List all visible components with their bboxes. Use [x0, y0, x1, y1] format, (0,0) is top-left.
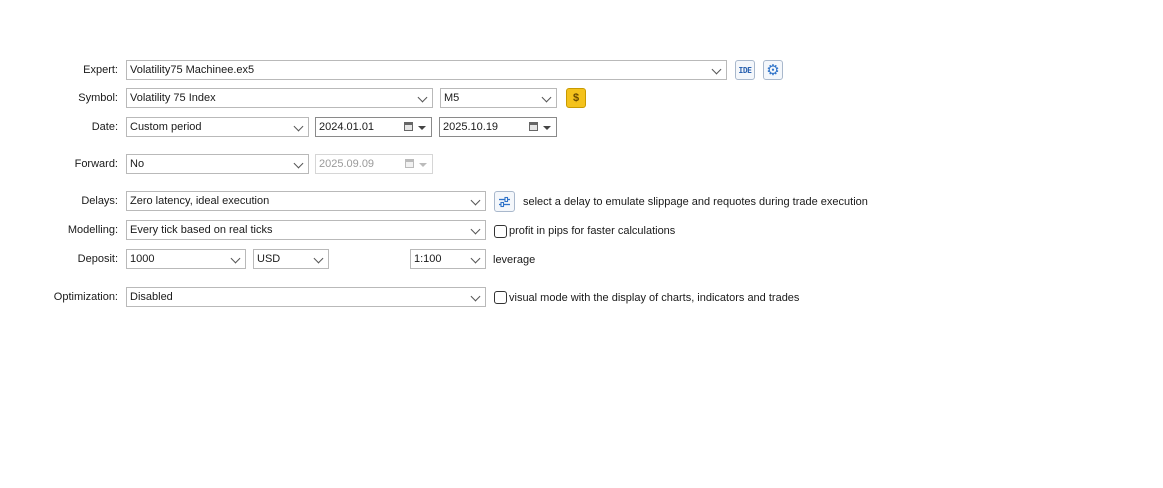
profit-in-pips-label: profit in pips for faster calculations: [509, 225, 676, 237]
dropdown-arrow-icon: [543, 126, 551, 130]
leverage-value: 1:100: [414, 253, 442, 265]
expert-label: Expert:: [83, 64, 118, 76]
forward-select[interactable]: No: [126, 154, 309, 174]
calendar-icon: [404, 122, 413, 131]
forward-select-value: No: [130, 158, 145, 170]
leverage-label: leverage: [493, 254, 536, 266]
deposit-amount-value: 1000: [130, 253, 155, 265]
visual-mode-label: visual mode with the display of charts, …: [509, 292, 800, 304]
chevron-down-icon: [470, 195, 481, 206]
deposit-amount-select[interactable]: 1000: [126, 249, 246, 269]
chevron-down-icon: [711, 64, 722, 75]
sliders-icon: [499, 196, 510, 207]
symbol-label: Symbol:: [78, 92, 118, 104]
timeframe-select[interactable]: M5: [440, 88, 557, 108]
calendar-icon: [405, 159, 414, 168]
chevron-down-icon: [293, 158, 304, 169]
chevron-down-icon: [313, 253, 324, 264]
optimization-select-value: Disabled: [130, 291, 173, 303]
optimization-select[interactable]: Disabled: [126, 287, 486, 307]
delays-select[interactable]: Zero latency, ideal execution: [126, 191, 486, 211]
ide-icon: IDE: [738, 65, 752, 75]
leverage-select[interactable]: 1:100: [410, 249, 486, 269]
date-period-select[interactable]: Custom period: [126, 117, 309, 137]
timeframe-select-value: M5: [444, 92, 460, 104]
modelling-select-value: Every tick based on real ticks: [130, 224, 273, 236]
dropdown-arrow-icon: [419, 163, 427, 167]
date-to-picker[interactable]: 2025.10.19: [439, 117, 557, 137]
dollar-icon: $: [572, 92, 580, 104]
date-from-picker[interactable]: 2024.01.01: [315, 117, 432, 137]
calendar-icon: [529, 122, 538, 131]
delays-label: Delays:: [81, 195, 118, 207]
symbol-properties-button[interactable]: $: [566, 88, 586, 108]
visual-mode-checkbox[interactable]: [494, 291, 507, 304]
chevron-down-icon: [417, 92, 428, 103]
delays-select-value: Zero latency, ideal execution: [130, 195, 270, 207]
chevron-down-icon: [470, 253, 481, 264]
deposit-label: Deposit:: [77, 253, 118, 265]
modelling-label: Modelling:: [67, 224, 118, 236]
chevron-down-icon: [541, 92, 552, 103]
expert-select-value: Volatility75 Machinee.ex5: [130, 64, 255, 76]
expert-settings-button[interactable]: ⚙: [763, 60, 783, 80]
gear-icon: ⚙: [766, 60, 780, 79]
symbol-select-value: Volatility 75 Index: [130, 92, 216, 104]
delays-settings-button[interactable]: [494, 191, 515, 212]
chevron-down-icon: [470, 224, 481, 235]
dropdown-arrow-icon: [418, 126, 426, 130]
expert-select[interactable]: Volatility75 Machinee.ex5: [126, 60, 727, 80]
delays-hint: select a delay to emulate slippage and r…: [523, 196, 868, 208]
symbol-select[interactable]: Volatility 75 Index: [126, 88, 433, 108]
date-period-value: Custom period: [130, 121, 202, 133]
profit-in-pips-checkbox[interactable]: [494, 225, 507, 238]
date-to-value: 2025.10.19: [443, 121, 499, 133]
ide-button[interactable]: IDE: [735, 60, 755, 80]
chevron-down-icon: [230, 253, 241, 264]
forward-label: Forward:: [74, 158, 118, 170]
chevron-down-icon: [293, 121, 304, 132]
optimization-label: Optimization:: [53, 291, 118, 303]
deposit-currency-select[interactable]: USD: [253, 249, 329, 269]
forward-date-picker: 2025.09.09: [315, 154, 433, 174]
modelling-select[interactable]: Every tick based on real ticks: [126, 220, 486, 240]
chevron-down-icon: [470, 291, 481, 302]
deposit-currency-value: USD: [257, 253, 281, 265]
date-from-value: 2024.01.01: [319, 121, 375, 133]
forward-date-value: 2025.09.09: [319, 158, 375, 170]
date-label: Date:: [91, 121, 118, 133]
